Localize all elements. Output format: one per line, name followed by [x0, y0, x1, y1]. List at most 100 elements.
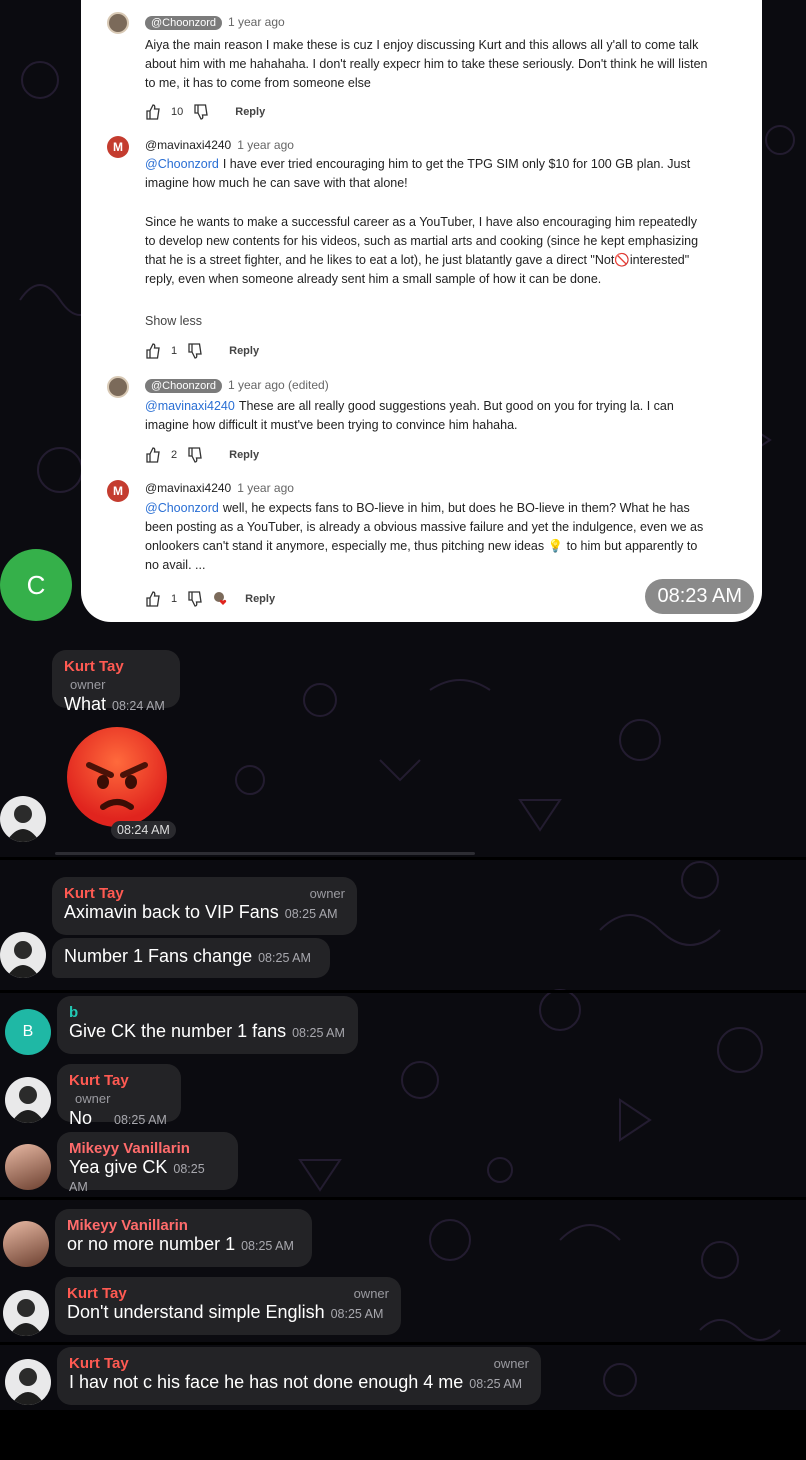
comment-age: 1 year ago	[227, 15, 285, 29]
avatar-kurt[interactable]	[0, 932, 46, 978]
mention-link[interactable]: @Choonzord	[145, 501, 219, 515]
like-count: 1	[171, 593, 178, 605]
sender-name[interactable]: Kurt Tay	[69, 1072, 129, 1089]
thumbs-up-icon[interactable]	[145, 447, 161, 463]
person-icon	[6, 805, 40, 842]
avatar: M	[107, 136, 129, 158]
comment-age: 1 year ago (edited)	[227, 378, 329, 392]
divider	[0, 1342, 806, 1345]
message-text: Number 1 Fans change	[64, 946, 253, 966]
avatar-mikeyy[interactable]	[3, 1221, 49, 1267]
scroll-indicator	[55, 852, 475, 855]
message-time: 08:24 AM	[111, 821, 176, 839]
avatar: M	[107, 480, 129, 502]
sender-name[interactable]: Mikeyy Vanillarin	[67, 1217, 300, 1234]
divider	[0, 857, 806, 860]
reply-button[interactable]: Reply	[229, 345, 259, 357]
mention-link[interactable]: @mavinaxi4240	[145, 399, 235, 413]
owner-badge: owner	[70, 677, 106, 692]
chat-background: @Choonzord 1 year ago Aiya the main reaso…	[0, 0, 806, 1410]
avatar-c[interactable]: C	[0, 549, 72, 621]
comment-text-continued: Since he wants to make a successful care…	[145, 215, 699, 286]
creator-heart-icon	[214, 592, 227, 605]
sender-name[interactable]: Kurt Tay	[64, 885, 345, 902]
thumbs-down-icon[interactable]	[187, 591, 203, 607]
sender-name[interactable]: Kurt Tay	[67, 1285, 389, 1302]
thumbs-down-icon[interactable]	[193, 104, 209, 120]
person-icon	[11, 1368, 45, 1405]
person-icon	[9, 1299, 43, 1336]
avatar-kurt[interactable]	[5, 1077, 51, 1123]
comment-actions: 1 Reply	[145, 343, 259, 359]
comment-text: @Choonzord well, he expects fans to BO-li…	[145, 499, 710, 575]
thumbs-up-icon[interactable]	[145, 104, 161, 120]
comment-header: @mavinaxi4240 1 year ago	[145, 481, 294, 495]
comment-actions: 1 Reply	[145, 591, 275, 607]
comment-header: @Choonzord 1 year ago (edited)	[145, 378, 329, 393]
message-time: 08:25 AM	[330, 1307, 384, 1321]
thumbs-up-icon[interactable]	[145, 343, 161, 359]
message-text: What	[64, 694, 107, 714]
avatar-kurt[interactable]	[3, 1290, 49, 1336]
avatar	[107, 12, 129, 34]
message-text: No	[69, 1108, 93, 1128]
comment-age: 1 year ago	[237, 481, 294, 495]
message-bubble[interactable]: Kurt Tay owner No 08:25 AM	[57, 1064, 181, 1128]
comment-actions: 10 Reply	[145, 104, 265, 120]
youtube-comments-screenshot[interactable]: @Choonzord 1 year ago Aiya the main reaso…	[81, 0, 762, 622]
owner-badge: owner	[353, 1286, 389, 1301]
avatar-b[interactable]: B	[5, 1009, 51, 1055]
thumbs-down-icon[interactable]	[187, 447, 203, 463]
comment-header: @Choonzord 1 year ago	[145, 15, 285, 30]
sender-name[interactable]: Mikeyy Vanillarin	[69, 1140, 226, 1157]
reply-button[interactable]: Reply	[245, 593, 275, 605]
avatar-mikeyy[interactable]	[5, 1144, 51, 1190]
comment-body: I have ever tried encouraging him to get…	[145, 157, 691, 190]
comment-handle: @mavinaxi4240	[145, 481, 232, 495]
message-text: or no more number 1	[67, 1234, 236, 1254]
thumbs-down-icon[interactable]	[187, 343, 203, 359]
message-time: 08:25 AM	[292, 1026, 345, 1040]
comment-header: @mavinaxi4240 1 year ago	[145, 138, 294, 152]
message-time: 08:25 AM	[241, 1239, 294, 1253]
message-bubble[interactable]: Kurt Tay owner What 08:24 AM	[52, 650, 180, 714]
bottom-blank-area	[0, 1410, 806, 1460]
thumbs-up-icon[interactable]	[145, 591, 161, 607]
message-time: 08:24 AM	[112, 699, 165, 713]
message-text: I hav not c his face he has not done eno…	[69, 1372, 464, 1392]
comment-age: 1 year ago	[237, 138, 294, 152]
show-less-link[interactable]: Show less	[145, 314, 202, 328]
message-bubble[interactable]: Kurt Tay owner Aximavin back to VIP Fans…	[52, 877, 357, 935]
message-time: 08:25 AM	[469, 1377, 523, 1391]
message-bubble[interactable]: Kurt Tay owner I hav not c his face he h…	[57, 1347, 541, 1405]
like-count: 2	[171, 449, 178, 461]
avatar	[107, 376, 129, 398]
sender-name[interactable]: Kurt Tay	[64, 658, 124, 675]
comment-handle: @Choonzord	[145, 379, 222, 393]
avatar-kurt[interactable]	[5, 1359, 51, 1405]
avatar-kurt[interactable]	[0, 796, 46, 842]
owner-badge: owner	[309, 886, 345, 901]
message-bubble[interactable]: b Give CK the number 1 fans 08:25 AM	[57, 996, 358, 1054]
angry-face-sticker[interactable]	[67, 727, 167, 827]
like-count: 10	[171, 106, 184, 118]
sender-name[interactable]: b	[69, 1004, 346, 1021]
message-time: 08:25 AM	[258, 951, 311, 965]
like-count: 1	[171, 345, 178, 357]
mention-link[interactable]: @Choonzord	[145, 157, 219, 171]
message-bubble[interactable]: Mikeyy Vanillarin Yea give CK 08:25 AM	[57, 1132, 238, 1194]
comment-handle: @Choonzord	[145, 16, 222, 30]
owner-badge: owner	[493, 1356, 529, 1371]
comment-text: @mavinaxi4240 These are all really good s…	[145, 397, 710, 435]
reply-button[interactable]: Reply	[235, 106, 265, 118]
sender-name[interactable]: Kurt Tay	[69, 1355, 529, 1372]
comment-text: Aiya the main reason I make these is cuz…	[145, 38, 708, 90]
message-bubble[interactable]: Number 1 Fans change 08:25 AM	[52, 938, 330, 978]
message-bubble[interactable]: Mikeyy Vanillarin or no more number 1 08:…	[55, 1209, 312, 1267]
angry-face-icon	[86, 762, 148, 810]
reply-button[interactable]: Reply	[229, 449, 259, 461]
message-timestamp: 08:23 AM	[645, 579, 754, 614]
message-bubble[interactable]: Kurt Tay owner Don't understand simple E…	[55, 1277, 401, 1335]
message-text: Give CK the number 1 fans	[69, 1021, 287, 1041]
person-icon	[6, 941, 40, 978]
